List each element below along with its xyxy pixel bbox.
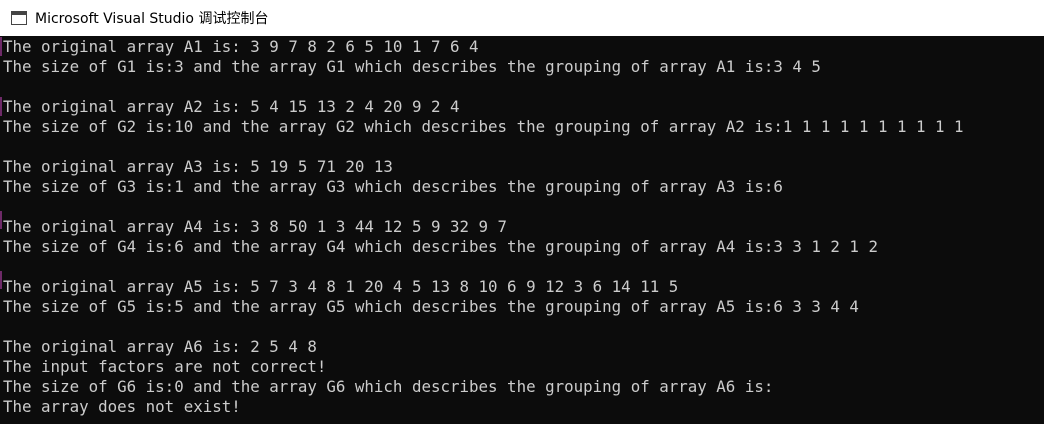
- left-margin-marker: [0, 37, 2, 56]
- console-line: The size of G2 is:10 and the array G2 wh…: [3, 117, 964, 136]
- console-line: The input factors are not correct!: [3, 357, 327, 376]
- console-line: The original array A2 is: 5 4 15 13 2 4 …: [3, 97, 460, 116]
- left-margin-marker: [0, 271, 2, 289]
- console-line: The original array A1 is: 3 9 7 8 2 6 5 …: [3, 37, 479, 56]
- console-line: The size of G4 is:6 and the array G4 whi…: [3, 237, 878, 256]
- left-margin-marker: [0, 97, 2, 116]
- console-line: The original array A6 is: 2 5 4 8: [3, 337, 317, 356]
- title-bar[interactable]: Microsoft Visual Studio 调试控制台: [0, 0, 1044, 36]
- console-line: The size of G1 is:3 and the array G1 whi…: [3, 57, 821, 76]
- console-app-icon: [11, 10, 27, 26]
- console-output: The original array A1 is: 3 9 7 8 2 6 5 …: [0, 37, 1044, 424]
- left-margin-marker: [0, 211, 2, 229]
- console-line: The size of G5 is:5 and the array G5 whi…: [3, 297, 859, 316]
- window-title: Microsoft Visual Studio 调试控制台: [35, 11, 269, 27]
- console-line: The array does not exist!: [3, 397, 241, 416]
- console-window: Microsoft Visual Studio 调试控制台 The origin…: [0, 0, 1044, 424]
- console-line: The original array A5 is: 5 7 3 4 8 1 20…: [3, 277, 679, 296]
- console-line: The original array A3 is: 5 19 5 71 20 1…: [3, 157, 393, 176]
- console-line: The original array A4 is: 3 8 50 1 3 44 …: [3, 217, 508, 236]
- console-line: The size of G3 is:1 and the array G3 whi…: [3, 177, 783, 196]
- console-line: The size of G6 is:0 and the array G6 whi…: [3, 377, 774, 396]
